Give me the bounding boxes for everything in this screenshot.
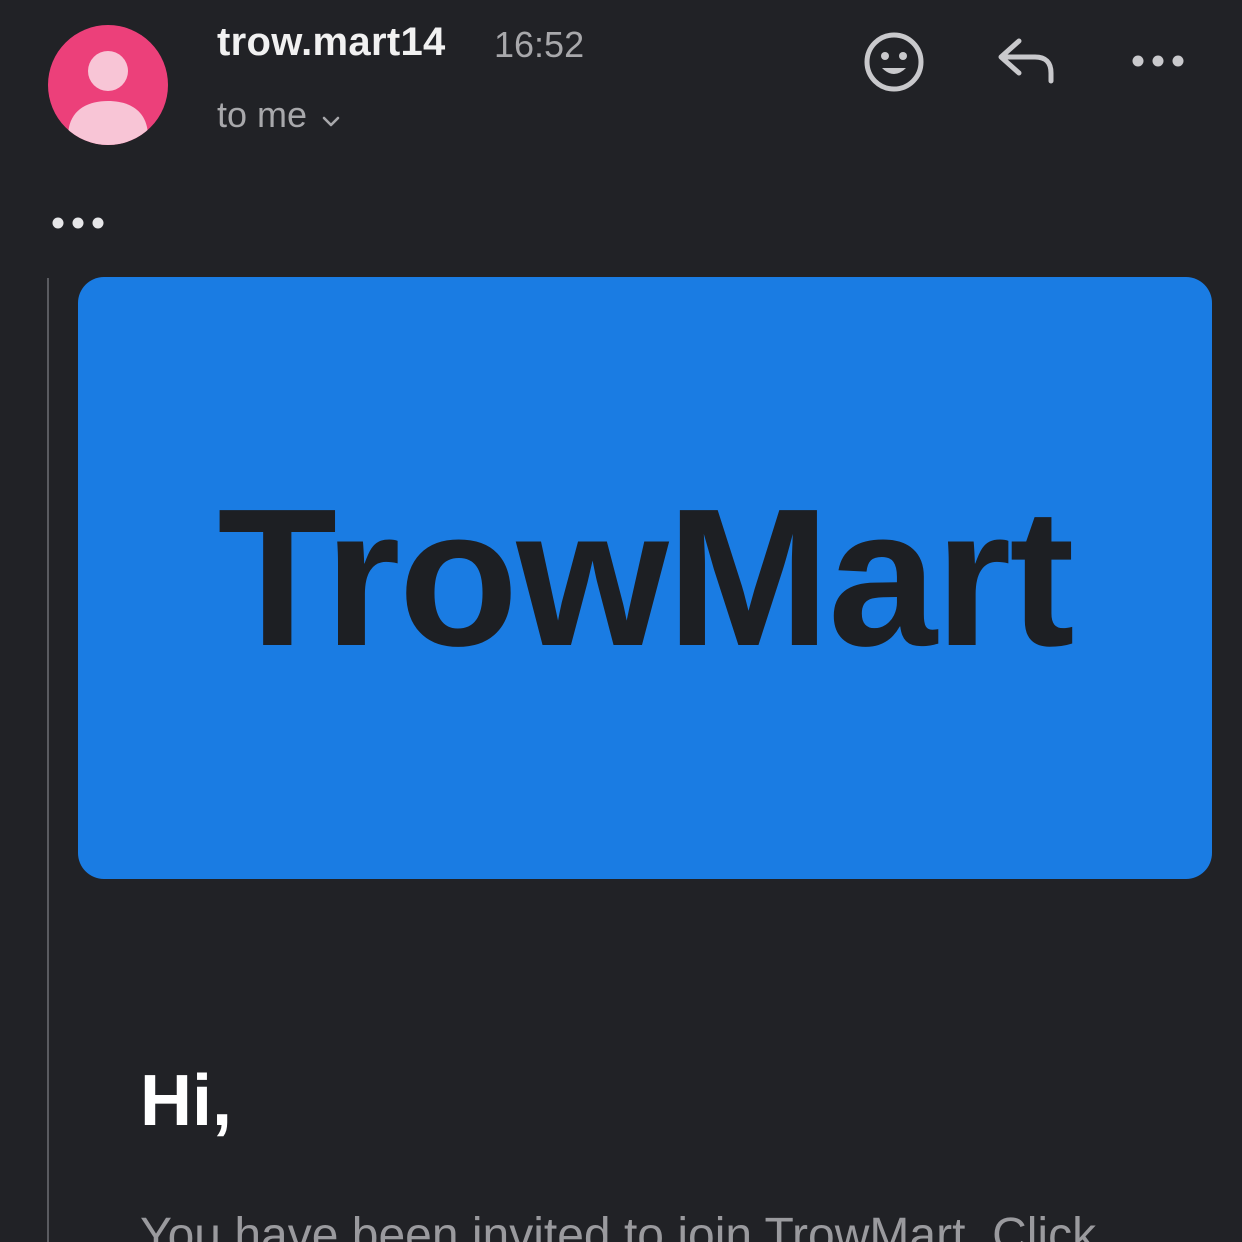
- sender-avatar[interactable]: [48, 25, 168, 145]
- email-greeting: Hi,: [140, 1061, 233, 1141]
- recipients-toggle[interactable]: to me: [217, 92, 341, 138]
- reply-icon[interactable]: [995, 35, 1059, 91]
- more-horizontal-icon[interactable]: [1128, 44, 1188, 78]
- brand-logo-text: TrowMart: [217, 467, 1074, 687]
- chevron-down-icon: [321, 96, 341, 138]
- smiley-icon[interactable]: [862, 30, 926, 94]
- recipients-label: to me: [217, 94, 308, 135]
- email-body-text: You have been invited to join TrowMart. …: [140, 1209, 1097, 1242]
- sender-name[interactable]: trow.mart14: [217, 20, 446, 65]
- email-view: trow.mart14 16:52 to me TrowMart Hi, You…: [0, 0, 1242, 1242]
- message-time: 16:52: [494, 24, 585, 65]
- quote-rail: [47, 278, 49, 1242]
- person-icon: [68, 51, 148, 145]
- brand-banner: TrowMart: [78, 277, 1212, 879]
- ellipsis-icon[interactable]: [48, 210, 108, 236]
